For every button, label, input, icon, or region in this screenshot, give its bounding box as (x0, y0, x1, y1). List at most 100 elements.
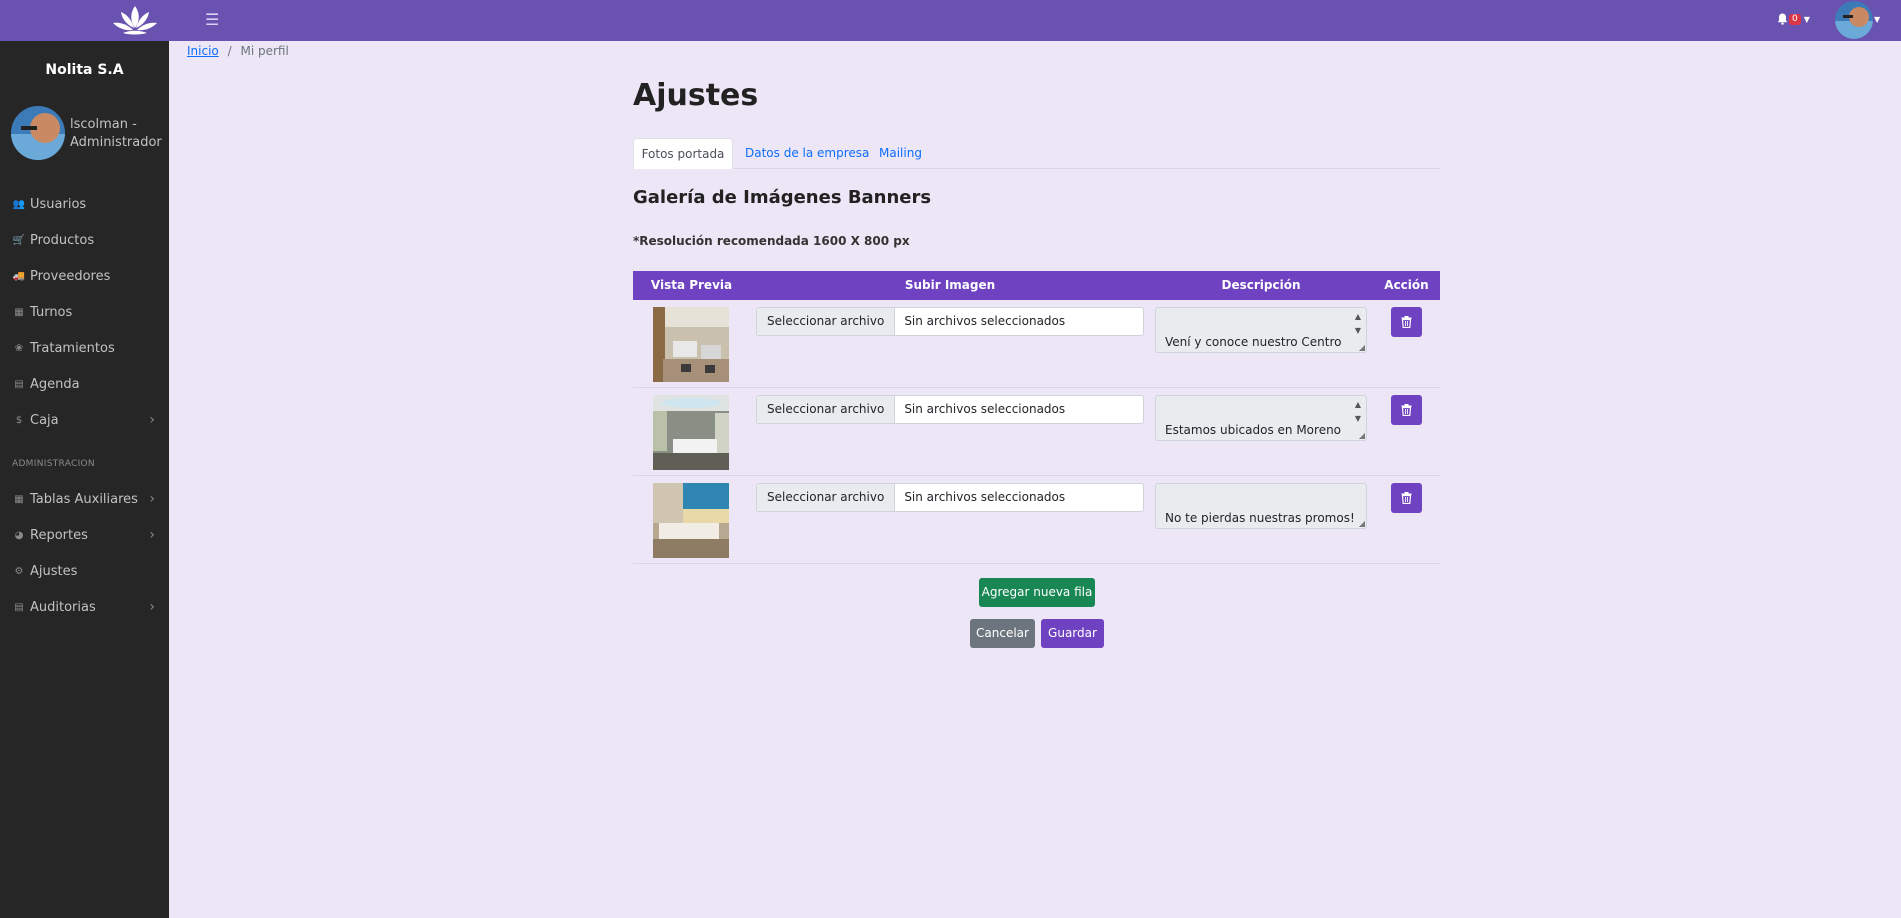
tab-fotos-portada[interactable]: Fotos portada (633, 138, 733, 169)
user-avatar[interactable] (1835, 1, 1873, 39)
sidebar-item-label: Productos (30, 232, 95, 248)
banner-preview-image (653, 395, 729, 470)
sidebar-user-name: lscolman - Administrador (70, 117, 162, 150)
sidebar-item-label: Usuarios (30, 196, 87, 212)
resize-grip-icon[interactable]: ◢ (1359, 343, 1365, 352)
description-text: Vení y conoce nuestro Centro (1165, 335, 1342, 349)
chevron-down-icon[interactable]: ▼ (1874, 15, 1880, 24)
resolution-hint: *Resolución recomendada 1600 X 800 px (633, 234, 910, 248)
trash-icon (1401, 316, 1412, 328)
settings-tabs: Fotos portada Datos de la empresa Mailin… (633, 138, 1440, 169)
file-input[interactable]: Seleccionar archivo Sin archivos selecci… (756, 307, 1144, 336)
select-file-button[interactable]: Seleccionar archivo (757, 396, 896, 423)
sidebar-item-label: Tratamientos (30, 340, 115, 356)
header-accion: Acción (1384, 278, 1429, 292)
book-icon: ▤ (14, 601, 24, 613)
file-input[interactable]: Seleccionar archivo Sin archivos selecci… (756, 483, 1144, 512)
banner-table: Vista Previa Subir Imagen Descripción Ac… (633, 271, 1440, 564)
select-file-button[interactable]: Seleccionar archivo (757, 484, 896, 511)
description-text: Estamos ubicados en Moreno (1165, 423, 1342, 437)
sidebar-item-agenda[interactable]: ▤ Agenda (0, 367, 169, 401)
description-textarea[interactable]: Vení y conoce nuestro Centro ▲ ▼ ◢ (1155, 307, 1367, 353)
add-row-button[interactable]: Agregar nueva fila (979, 578, 1095, 607)
sidebar-item-label: Ajustes (30, 563, 78, 579)
sidebar-item-label: Caja (30, 412, 59, 428)
brand-name: Nolita S.A (45, 62, 124, 78)
sidebar-item-label: Turnos (30, 304, 73, 320)
file-status: Sin archivos seleccionados (904, 402, 1066, 416)
scroll-arrows-icon[interactable]: ▲ ▼ (1352, 398, 1364, 426)
file-input[interactable]: Seleccionar archivo Sin archivos selecci… (756, 395, 1144, 424)
tab-datos-empresa[interactable]: Datos de la empresa (745, 138, 869, 169)
sidebar-item-caja[interactable]: $ Caja › (0, 403, 169, 437)
table-header: Vista Previa Subir Imagen Descripción Ac… (633, 271, 1440, 300)
delete-row-button[interactable] (1391, 395, 1422, 425)
truck-icon: 🚚 (12, 270, 26, 282)
notifications-dropdown[interactable]: 0 ▼ (1777, 13, 1810, 25)
sidebar-item-usuarios[interactable]: 👥 Usuarios (0, 187, 169, 221)
table-row: Seleccionar archivo Sin archivos selecci… (633, 300, 1440, 388)
sidebar-item-tablas-auxiliares[interactable]: ▦ Tablas Auxiliares › (0, 482, 169, 516)
resize-grip-icon[interactable]: ◢ (1359, 519, 1365, 528)
lotus-icon: ❀ (14, 342, 24, 354)
delete-row-button[interactable] (1391, 307, 1422, 337)
description-text: No te pierdas nuestras promos! (1165, 511, 1355, 525)
resize-grip-icon[interactable]: ◢ (1359, 431, 1365, 440)
book-icon: ▤ (14, 378, 24, 390)
sidebar-item-label: Tablas Auxiliares (30, 491, 138, 507)
file-status: Sin archivos seleccionados (904, 490, 1066, 504)
header-vista-previa: Vista Previa (650, 278, 733, 292)
trash-icon (1401, 404, 1412, 416)
scroll-arrows-icon[interactable]: ▲ ▼ (1352, 310, 1364, 338)
banner-preview-image (653, 483, 729, 558)
sidebar-item-productos[interactable]: 🛒 Productos (0, 223, 169, 257)
sidebar-item-label: Reportes (30, 527, 88, 543)
cancel-button[interactable]: Cancelar (970, 619, 1035, 648)
table-row: Seleccionar archivo Sin archivos selecci… (633, 388, 1440, 476)
breadcrumb-separator: / (227, 44, 232, 58)
sidebar-item-proveedores[interactable]: 🚚 Proveedores (0, 259, 169, 293)
chevron-right-icon: › (149, 599, 155, 615)
section-title: Galería de Imágenes Banners (633, 187, 932, 208)
delete-row-button[interactable] (1391, 483, 1422, 513)
sidebar-item-tratamientos[interactable]: ❀ Tratamientos (0, 331, 169, 365)
save-button[interactable]: Guardar (1041, 619, 1104, 648)
sidebar: Nolita S.A lscolman - Administrador 👥 Us… (0, 41, 169, 918)
sidebar-item-auditorias[interactable]: ▤ Auditorias › (0, 590, 169, 624)
notification-count-badge: 0 (1789, 13, 1801, 25)
sidebar-item-ajustes[interactable]: ⚙ Ajustes (0, 554, 169, 588)
breadcrumb: Inicio / Mi perfil (187, 44, 289, 58)
page-title: Ajustes (633, 78, 759, 113)
trash-icon (1401, 492, 1412, 504)
sidebar-item-label: Agenda (30, 376, 80, 392)
breadcrumb-home-link[interactable]: Inicio (187, 44, 219, 58)
bell-icon (1777, 13, 1788, 25)
sidebar-item-reportes[interactable]: ◕ Reportes › (0, 518, 169, 552)
sidebar-item-turnos[interactable]: ▦ Turnos (0, 295, 169, 329)
dollar-icon: $ (15, 414, 23, 426)
sidebar-section-label: ADMINISTRACION (12, 459, 95, 469)
description-textarea[interactable]: No te pierdas nuestras promos! ◢ (1155, 483, 1367, 529)
sidebar-avatar (11, 106, 65, 160)
select-file-button[interactable]: Seleccionar archivo (757, 308, 896, 335)
hamburger-icon[interactable]: ☰ (205, 10, 219, 29)
sidebar-item-label: Auditorias (30, 599, 96, 615)
header-descripcion: Descripción (1221, 278, 1301, 292)
gear-icon: ⚙ (14, 565, 24, 577)
chevron-right-icon: › (149, 527, 155, 543)
lotus-logo[interactable] (111, 4, 159, 37)
banner-preview-image (653, 307, 729, 382)
header-subir-imagen: Subir Imagen (904, 278, 996, 292)
tab-mailing[interactable]: Mailing (879, 138, 922, 169)
file-status: Sin archivos seleccionados (904, 314, 1066, 328)
sidebar-item-label: Proveedores (30, 268, 111, 284)
table-icon: ▦ (14, 493, 24, 505)
chevron-right-icon: › (149, 491, 155, 507)
users-icon: 👥 (12, 198, 26, 210)
description-textarea[interactable]: Estamos ubicados en Moreno ▲ ▼ ◢ (1155, 395, 1367, 441)
cart-icon: 🛒 (12, 234, 26, 246)
chevron-right-icon: › (149, 412, 155, 428)
table-row: Seleccionar archivo Sin archivos selecci… (633, 476, 1440, 564)
chart-pie-icon: ◕ (14, 529, 24, 541)
chevron-down-icon: ▼ (1803, 14, 1810, 24)
